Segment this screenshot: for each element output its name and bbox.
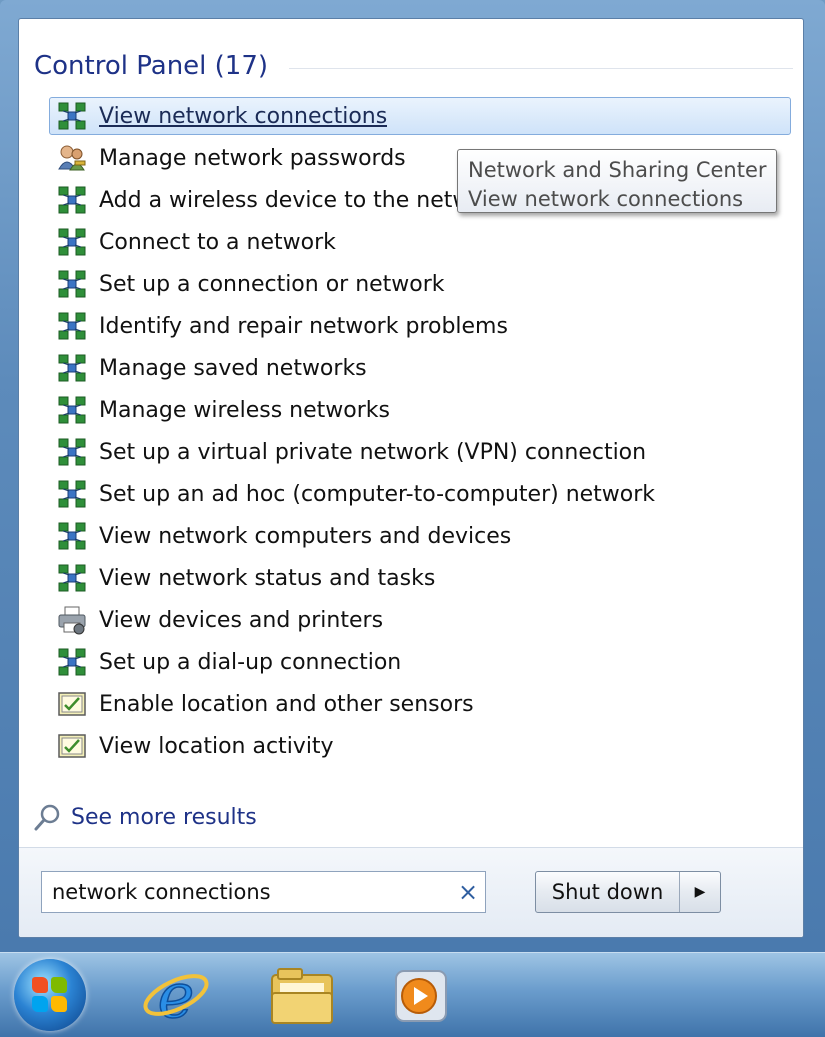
results-group-title[interactable]: Control Panel (17) <box>34 51 268 81</box>
network-icon <box>57 101 87 131</box>
search-input[interactable] <box>42 880 451 904</box>
search-icon <box>33 802 63 832</box>
section-divider <box>289 68 793 69</box>
result-item-label: View network connections <box>99 103 388 129</box>
result-item-label: View network status and tasks <box>99 565 436 591</box>
result-item-label: View network computers and devices <box>99 523 512 549</box>
result-item[interactable]: View network computers and devices <box>49 517 791 555</box>
see-more-results-link[interactable]: See more results <box>33 799 257 835</box>
search-box[interactable]: × <box>41 871 486 913</box>
result-item[interactable]: Connect to a network <box>49 223 791 261</box>
result-item-label: Set up an ad hoc (computer-to-computer) … <box>99 481 656 507</box>
see-more-results-label: See more results <box>71 804 257 830</box>
network-icon <box>57 311 87 341</box>
result-item[interactable]: View devices and printers <box>49 601 791 639</box>
clear-search-icon[interactable]: × <box>451 878 485 906</box>
svg-text:e: e <box>158 961 195 1031</box>
shutdown-button-group: Shut down ▶ <box>535 871 721 913</box>
network-icon <box>57 353 87 383</box>
result-item-label: Connect to a network <box>99 229 336 255</box>
result-item[interactable]: Set up a virtual private network (VPN) c… <box>49 433 791 471</box>
users-key-icon <box>57 143 87 173</box>
tooltip-line-subtitle: View network connections <box>468 187 744 211</box>
location-sensor-icon <box>57 689 87 719</box>
network-icon <box>57 227 87 257</box>
file-explorer-icon[interactable] <box>266 961 338 1031</box>
result-item-label: Manage wireless networks <box>99 397 390 423</box>
result-item-label: Set up a dial-up connection <box>99 649 402 675</box>
network-icon <box>57 185 87 215</box>
result-item-label: Manage network passwords <box>99 145 406 171</box>
windows-flag-icon <box>32 977 68 1013</box>
start-menu-search-results: Control Panel (17) View network connecti… <box>18 18 804 938</box>
result-item[interactable]: View location activity <box>49 727 791 765</box>
start-orb-icon[interactable] <box>14 959 86 1031</box>
network-icon <box>57 479 87 509</box>
result-item[interactable]: Set up a connection or network <box>49 265 791 303</box>
result-item[interactable]: Set up an ad hoc (computer-to-computer) … <box>49 475 791 513</box>
result-item-label: Enable location and other sensors <box>99 691 474 717</box>
network-icon <box>57 269 87 299</box>
printer-icon <box>57 605 87 635</box>
network-icon <box>57 521 87 551</box>
shutdown-button[interactable]: Shut down <box>536 872 680 912</box>
network-icon <box>57 437 87 467</box>
result-item[interactable]: Identify and repair network problems <box>49 307 791 345</box>
taskbar: e <box>0 952 825 1037</box>
shutdown-options-arrow-icon[interactable]: ▶ <box>680 872 720 912</box>
tooltip: Network and Sharing Center View network … <box>457 149 777 213</box>
result-item[interactable]: Manage wireless networks <box>49 391 791 429</box>
location-sensor-icon <box>57 731 87 761</box>
tooltip-line-title: Network and Sharing Center <box>468 158 767 182</box>
network-icon <box>57 563 87 593</box>
result-item-label: Set up a virtual private network (VPN) c… <box>99 439 647 465</box>
media-player-icon[interactable] <box>386 961 458 1031</box>
network-icon <box>57 647 87 677</box>
result-item-label: View location activity <box>99 733 334 759</box>
result-item[interactable]: Set up a dial-up connection <box>49 643 791 681</box>
result-item[interactable]: View network connections <box>49 97 791 135</box>
network-icon <box>57 395 87 425</box>
result-item-label: Identify and repair network problems <box>99 313 508 339</box>
internet-explorer-icon[interactable]: e <box>140 958 212 1033</box>
result-item[interactable]: View network status and tasks <box>49 559 791 597</box>
result-item-label: Set up a connection or network <box>99 271 445 297</box>
result-item-label: Manage saved networks <box>99 355 367 381</box>
result-item[interactable]: Manage saved networks <box>49 349 791 387</box>
result-item-label: View devices and printers <box>99 607 384 633</box>
result-item[interactable]: Enable location and other sensors <box>49 685 791 723</box>
result-item-label: Add a wireless device to the netwo <box>99 187 484 213</box>
